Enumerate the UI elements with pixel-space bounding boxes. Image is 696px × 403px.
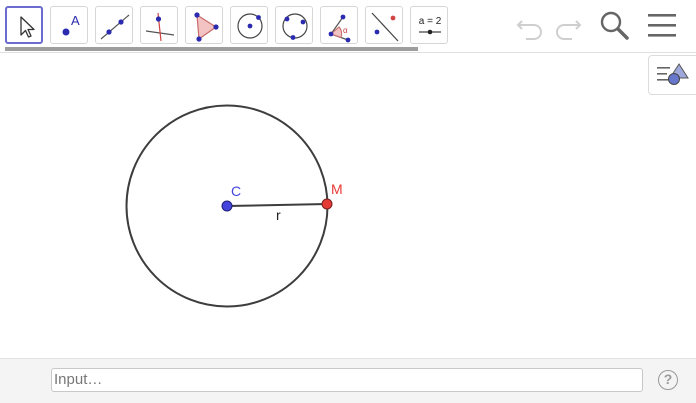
undo-button[interactable]	[512, 8, 548, 44]
menu-icon	[648, 14, 676, 37]
segment-label: r	[276, 207, 281, 223]
slider-icon: a = 2	[419, 16, 442, 35]
point-icon: A	[62, 13, 80, 36]
polygon-tool-button[interactable]	[185, 6, 223, 44]
slider-tool-button[interactable]: a = 2	[410, 6, 448, 44]
circle-point[interactable]	[321, 198, 333, 210]
circle-through-three-points-icon	[282, 13, 308, 40]
radius-segment[interactable]	[226, 203, 328, 207]
svg-text:α: α	[343, 26, 348, 35]
redo-button[interactable]	[550, 8, 586, 44]
circle-center-point-tool-button[interactable]	[230, 6, 268, 44]
center-point-label: C	[231, 183, 241, 199]
center-point[interactable]	[221, 200, 233, 212]
redo-icon	[556, 20, 582, 40]
help-icon[interactable]: ?	[658, 370, 678, 390]
svg-text:A: A	[71, 13, 80, 28]
graphics-view[interactable]: C M r	[0, 53, 696, 358]
angle-tool-button[interactable]: α	[320, 6, 358, 44]
svg-text:a = 2: a = 2	[419, 16, 442, 27]
line-through-two-points-icon	[100, 14, 130, 40]
reflect-about-line-icon	[371, 12, 399, 42]
angle-icon: α	[328, 14, 351, 43]
point-tool-button[interactable]: A	[50, 6, 88, 44]
input-field[interactable]: Input…	[51, 368, 643, 392]
circle-with-center-icon	[237, 13, 263, 39]
search-icon	[600, 11, 629, 40]
perpendicular-line-icon	[145, 12, 175, 42]
line-tool-button[interactable]	[95, 6, 133, 44]
style-bar-icon	[657, 63, 689, 85]
toolbar: A α a = 2	[0, 0, 696, 52]
style-bar-toggle-button[interactable]	[648, 55, 696, 95]
menu-button[interactable]	[645, 8, 681, 44]
circle-three-points-tool-button[interactable]	[275, 6, 313, 44]
cursor-arrow-icon	[20, 16, 35, 38]
polygon-icon	[194, 12, 219, 42]
search-button[interactable]	[597, 8, 633, 44]
reflect-tool-button[interactable]	[365, 6, 403, 44]
perpendicular-line-tool-button[interactable]	[140, 6, 178, 44]
move-tool-button[interactable]	[5, 6, 43, 44]
circle-point-label: M	[331, 181, 343, 197]
undo-icon	[516, 20, 542, 40]
input-bar: Input… ?	[0, 358, 696, 403]
toolbar-scrollbar[interactable]	[5, 47, 418, 51]
